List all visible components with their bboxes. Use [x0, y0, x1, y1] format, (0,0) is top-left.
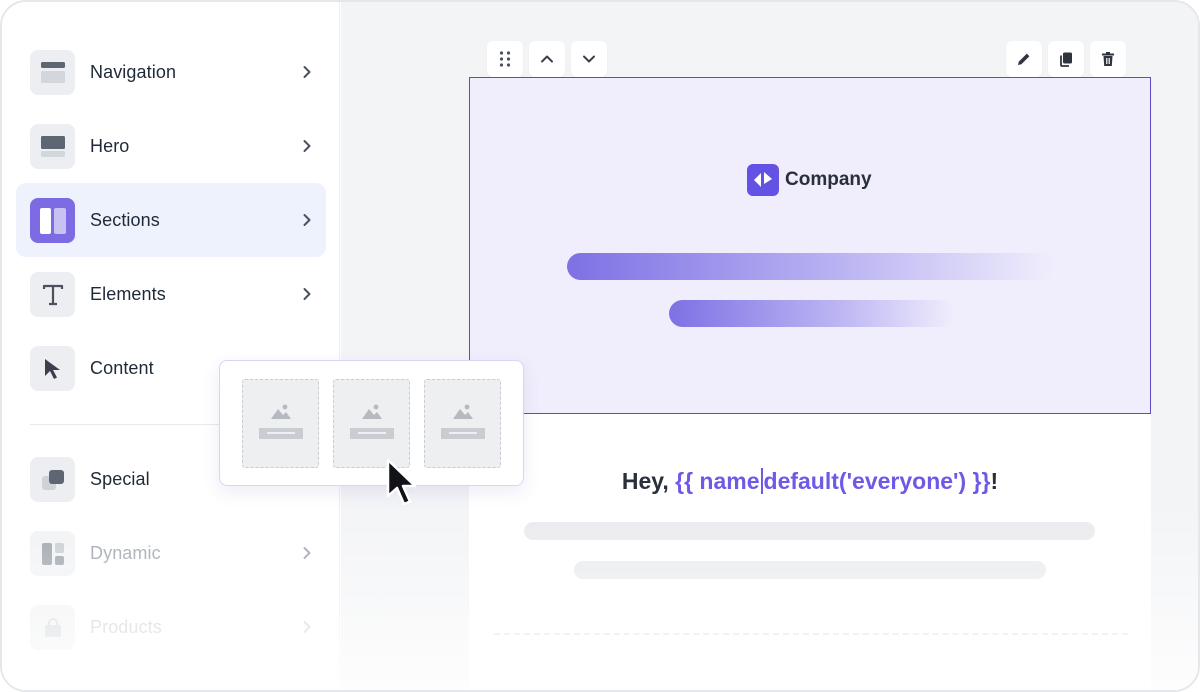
edit-button[interactable]	[1006, 41, 1042, 77]
sidebar-item-label: Dynamic	[90, 543, 161, 563]
chevron-right-icon	[303, 547, 311, 559]
company-logo-icon	[747, 164, 779, 196]
sidebar-item-label: Content	[90, 358, 154, 378]
block-library-sidebar: Navigation Hero Sections Elements Conten…	[2, 2, 340, 690]
duplicate-button[interactable]	[1048, 41, 1084, 77]
chevron-right-icon	[303, 140, 311, 152]
cursor-arrow-icon	[30, 346, 75, 391]
layout-option-2[interactable]	[333, 379, 410, 468]
sections-icon	[30, 198, 75, 243]
layers-icon	[30, 457, 75, 502]
greeting-suffix: !	[990, 468, 999, 494]
sidebar-item-products[interactable]: Products	[16, 590, 326, 664]
sidebar-item-elements[interactable]: Elements	[16, 257, 326, 331]
layout-option-1[interactable]	[242, 379, 319, 468]
merge-tag-name: {{ name	[675, 468, 760, 494]
sidebar-item-label: Products	[90, 617, 162, 637]
section-layout-popover	[219, 360, 524, 486]
image-placeholder-icon	[453, 404, 473, 419]
sidebar-item-navigation[interactable]: Navigation	[16, 35, 326, 109]
sidebar-item-label: Special	[90, 469, 150, 489]
sidebar-item-label: Hero	[90, 136, 130, 156]
layout-option-3[interactable]	[424, 379, 501, 468]
move-down-button[interactable]	[571, 41, 607, 77]
sidebar-item-label: Sections	[90, 210, 160, 230]
headline-placeholder-bar	[567, 253, 1055, 280]
subheadline-placeholder-bar	[669, 300, 955, 327]
caption-placeholder	[259, 428, 303, 439]
image-placeholder-icon	[362, 404, 382, 419]
greeting-prefix: Hey,	[621, 468, 676, 494]
body-text-placeholder	[524, 522, 1095, 540]
image-placeholder-icon	[271, 404, 291, 419]
editor-canvas: Company Hey, {{ name default('everyone') …	[341, 2, 1198, 690]
move-up-button[interactable]	[529, 41, 565, 77]
sidebar-item-label: Elements	[90, 284, 166, 304]
hero-icon	[30, 124, 75, 169]
text-caret	[760, 468, 763, 494]
chevron-right-icon	[303, 66, 311, 78]
mouse-pointer-icon	[386, 458, 417, 506]
drag-handle-button[interactable]	[487, 41, 523, 77]
duplicate-icon	[1060, 52, 1072, 67]
arrow-up-icon	[541, 55, 553, 63]
drag-handle-icon	[499, 51, 511, 67]
company-name: Company	[785, 169, 872, 190]
merge-tag-default: default('everyone') }}	[763, 468, 991, 494]
greeting-text[interactable]: Hey, {{ name default('everyone') }}!	[469, 468, 1151, 495]
caption-placeholder	[441, 428, 485, 439]
sidebar-item-label: Navigation	[90, 62, 177, 82]
delete-button[interactable]	[1090, 41, 1126, 77]
arrow-down-icon	[583, 55, 595, 63]
sidebar-item-hero[interactable]: Hero	[16, 109, 326, 183]
body-text-placeholder	[574, 561, 1046, 579]
chevron-right-icon	[303, 621, 311, 633]
delete-trash-icon	[1102, 52, 1114, 66]
drop-zone[interactable]	[494, 633, 1128, 690]
caption-placeholder	[350, 428, 394, 439]
chevron-right-icon	[303, 214, 311, 226]
selected-hero-section[interactable]: Company	[469, 77, 1151, 414]
navigation-icon	[30, 50, 75, 95]
sidebar-item-sections[interactable]: Sections	[16, 183, 326, 257]
brand-lockup: Company	[747, 163, 872, 197]
shopping-bag-icon	[30, 605, 75, 650]
app-frame: Navigation Hero Sections Elements Conten…	[0, 0, 1200, 692]
text-t-icon	[30, 272, 75, 317]
dynamic-grid-icon	[30, 531, 75, 576]
sidebar-item-dynamic[interactable]: Dynamic	[16, 516, 326, 590]
chevron-right-icon	[303, 288, 311, 300]
edit-pencil-icon	[1018, 53, 1030, 65]
